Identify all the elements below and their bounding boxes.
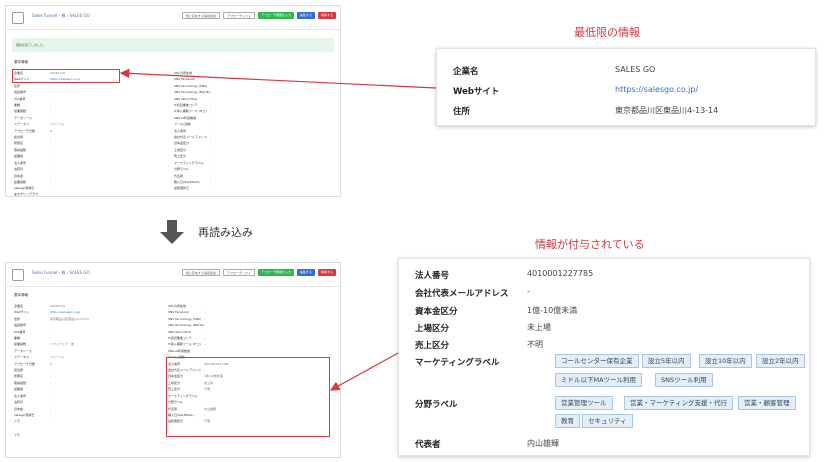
field-tag: 営業管理ツール [555,396,613,410]
value-corporate-number: 4010001227785 [527,269,594,278]
arrow-to-min-info [119,68,437,89]
min-info-title: 最低限の情報 [574,26,640,39]
value-company-name: SALES GO [615,65,656,74]
label-representative: 代表者 [415,440,441,450]
value-address: 東京都品川区東品川4-13-14 [615,106,719,115]
value-representative: 内山雄輝 [527,439,559,448]
label-address: 住所 [453,107,471,117]
value-website-link[interactable]: https://salesgo.co.jp/ [615,85,698,94]
min-info-card: 企業名 SALES GO Webサイト https://salesgo.co.j… [436,48,816,126]
added-info-title: 情報が付与されている [535,238,645,251]
arrow-to-added-info [329,351,401,391]
label-marketing-label: マーケティングラベル [415,358,500,368]
label-representative-email: 会社代表メールアドレス [415,289,509,299]
label-company-name: 企業名 [453,67,479,77]
field-tag: 営業・顧客管理 [738,396,796,410]
field-tag: 教育 [555,414,580,428]
marketing-tag: 設立10年以内 [699,354,752,368]
label-website: Webサイト [453,87,500,97]
label-sales-category: 売上区分 [415,341,450,351]
marketing-tag: コールセンター保有企業 [555,354,639,368]
value-representative-email: - [527,287,530,296]
marketing-tag: ミドル以下MAツール利用 [555,373,643,387]
field-tag: セキュリティ [582,414,633,428]
value-listing-category: 未上場 [527,323,551,332]
marketing-tag: 設立2年以内 [756,354,805,368]
label-capital-category: 資本金区分 [415,307,458,317]
marketing-tag: 設立5年以内 [642,354,691,368]
marketing-tag: SNSツール利用 [655,373,713,387]
value-sales-category: 不明 [527,340,543,349]
label-field-label: 分野ラベル [415,400,458,410]
field-tag: 営業・マーケティング支援・代行 [624,396,733,410]
label-corporate-number: 法人番号 [415,271,450,281]
label-listing-category: 上場区分 [415,324,450,334]
value-capital-category: 1億-10億未満 [527,306,578,315]
added-info-card: 法人番号 4010001227785 会社代表メールアドレス - 資本金区分 1… [398,258,810,456]
